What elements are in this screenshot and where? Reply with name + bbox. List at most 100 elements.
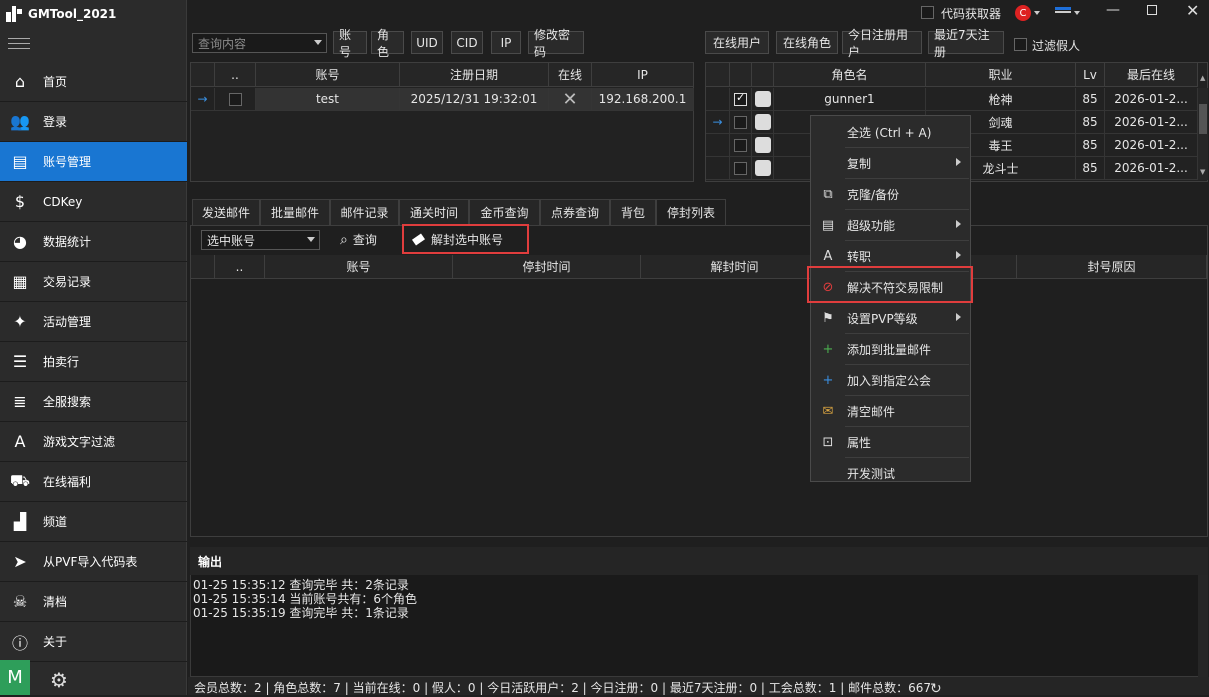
- tab-4[interactable]: 金币查询: [469, 199, 540, 225]
- toolbar-button-0[interactable]: 账号: [333, 28, 367, 59]
- context-item-2[interactable]: ⧉ 克隆/备份: [811, 179, 970, 209]
- account-header-2[interactable]: 账号: [256, 63, 400, 87]
- tab-5[interactable]: 点券查询: [540, 199, 610, 225]
- toolbar-button-4[interactable]: IP: [491, 31, 521, 54]
- close-icon[interactable]: ✕: [1186, 1, 1199, 20]
- role-header-0[interactable]: [706, 63, 730, 87]
- footer-badge[interactable]: M: [0, 660, 30, 695]
- role-header-4[interactable]: 职业: [926, 63, 1076, 87]
- account-header-1[interactable]: ..: [215, 63, 256, 87]
- query-button[interactable]: ⌕ 查询: [340, 231, 377, 248]
- context-item-label: 克隆/备份: [847, 187, 900, 202]
- sidebar-item-4[interactable]: ◕ 数据统计: [0, 222, 187, 262]
- toolbar-right-button-0[interactable]: 在线用户: [705, 31, 769, 54]
- row-pointer-icon: →: [191, 88, 215, 111]
- mail-clear-icon: ✉: [822, 403, 834, 419]
- account-header-4[interactable]: 在线: [549, 63, 592, 87]
- tab-1[interactable]: 批量邮件: [260, 199, 330, 225]
- role-checkbox-cell[interactable]: [730, 111, 752, 134]
- role-checkbox[interactable]: [734, 91, 747, 106]
- role-header-3[interactable]: 角色名: [774, 63, 926, 87]
- ban-header-2[interactable]: 账号: [265, 255, 453, 279]
- context-item-3[interactable]: ▤ 超级功能: [811, 210, 970, 240]
- hamburger-menu-icon[interactable]: [8, 38, 30, 50]
- row-checkbox-cell[interactable]: [215, 88, 256, 111]
- sidebar-item-3[interactable]: $ CDKey: [0, 182, 187, 222]
- toolbar-button-1[interactable]: 角色: [371, 28, 404, 59]
- ban-header-4[interactable]: 解封时间: [641, 255, 829, 279]
- context-item-label: 复制: [847, 156, 872, 171]
- role-header-5[interactable]: Lv: [1076, 63, 1105, 87]
- toolbar-button-3[interactable]: CID: [451, 31, 483, 54]
- sidebar-item-12[interactable]: ➤ 从PVF导入代码表: [0, 542, 187, 582]
- toolbar-button-2[interactable]: UID: [411, 31, 443, 54]
- context-item-1[interactable]: 复制: [811, 148, 970, 178]
- sidebar-item-11[interactable]: ▟ 频道: [0, 502, 187, 542]
- role-header-6[interactable]: 最后在线: [1105, 63, 1198, 87]
- scroll-down-icon[interactable]: ▼: [1200, 168, 1205, 176]
- maximize-icon[interactable]: [1147, 5, 1157, 15]
- ban-header-1[interactable]: ..: [215, 255, 265, 279]
- language-dropdown-icon[interactable]: [1034, 11, 1040, 15]
- toolbar-button-5[interactable]: 修改密码: [528, 28, 584, 59]
- ban-header-0[interactable]: [191, 255, 215, 279]
- context-item-9[interactable]: ✉ 清空邮件: [811, 396, 970, 426]
- ban-header-3[interactable]: 停封时间: [453, 255, 641, 279]
- minimize-icon[interactable]: —: [1106, 2, 1120, 18]
- role-checkbox-cell[interactable]: [730, 134, 752, 157]
- role-scroll-thumb[interactable]: [1199, 104, 1207, 134]
- account-header-3[interactable]: 注册日期: [400, 63, 549, 87]
- role-checkbox-cell[interactable]: [730, 157, 752, 180]
- sidebar-item-1[interactable]: 👥 登录: [0, 102, 187, 142]
- context-item-0[interactable]: 全选 (Ctrl + A): [811, 117, 970, 147]
- code-fetcher-checkbox[interactable]: [921, 6, 934, 19]
- ban-header-6[interactable]: 封号原因: [1017, 255, 1207, 279]
- tab-2[interactable]: 邮件记录: [330, 199, 399, 225]
- search-input[interactable]: 查询内容: [192, 33, 327, 53]
- context-item-7[interactable]: + 添加到批量邮件: [811, 334, 970, 364]
- account-header-0[interactable]: [191, 63, 215, 87]
- sidebar-item-10[interactable]: ⛟ 在线福利: [0, 462, 187, 502]
- sidebar-item-8[interactable]: ≣ 全服搜索: [0, 382, 187, 422]
- tab-7[interactable]: 停封列表: [656, 199, 726, 225]
- tab-6[interactable]: 背包: [610, 199, 656, 225]
- toolbar-right-button-2[interactable]: 今日注册用户: [842, 28, 922, 59]
- role-header-2[interactable]: [752, 63, 774, 87]
- ban-scope-select[interactable]: 选中账号: [201, 230, 320, 250]
- row-checkbox[interactable]: [228, 92, 242, 106]
- scroll-up-icon[interactable]: ▲: [1200, 74, 1205, 82]
- toolbar-right-button-1[interactable]: 在线角色: [776, 31, 838, 54]
- theme-swatch-icon[interactable]: [1055, 7, 1071, 10]
- output-scrollbar[interactable]: [1198, 575, 1208, 677]
- role-table-scrollbar[interactable]: [1198, 88, 1208, 180]
- avatar: [754, 137, 771, 153]
- sidebar-item-0[interactable]: ⌂ 首页: [0, 62, 187, 102]
- context-item-11[interactable]: 开发测试: [811, 458, 970, 488]
- role-pointer-cell: [706, 157, 730, 180]
- tab-0[interactable]: 发送邮件: [192, 199, 260, 225]
- sidebar-item-6[interactable]: ✦ 活动管理: [0, 302, 187, 342]
- role-checkbox-cell[interactable]: [730, 88, 752, 111]
- toolbar-right-button-3[interactable]: 最近7天注册: [928, 28, 1004, 59]
- context-item-10[interactable]: ⊡ 属性: [811, 427, 970, 457]
- context-item-6[interactable]: ⚑ 设置PVP等级: [811, 303, 970, 333]
- language-icon[interactable]: C: [1015, 5, 1031, 21]
- account-header-5[interactable]: IP: [592, 63, 694, 87]
- sidebar-item-9[interactable]: A 游戏文字过滤: [0, 422, 187, 462]
- theme-dropdown-icon[interactable]: [1074, 11, 1080, 15]
- filter-bots-checkbox[interactable]: [1014, 38, 1027, 51]
- tab-3[interactable]: 通关时间: [399, 199, 469, 225]
- sidebar-item-13[interactable]: ☠ 清档: [0, 582, 187, 622]
- role-level-cell: 85: [1076, 111, 1105, 134]
- settings-gear-icon[interactable]: ⚙: [50, 668, 68, 692]
- role-checkbox[interactable]: [734, 161, 747, 175]
- sidebar-item-5[interactable]: ▦ 交易记录: [0, 262, 187, 302]
- sidebar-item-2[interactable]: ▤ 账号管理: [0, 142, 187, 182]
- sidebar-item-7[interactable]: ☰ 拍卖行: [0, 342, 187, 382]
- sidebar-item-14[interactable]: ⓘ 关于: [0, 622, 187, 662]
- account-cell: test: [256, 88, 400, 111]
- role-header-1[interactable]: [730, 63, 752, 87]
- role-checkbox[interactable]: [734, 115, 747, 129]
- context-item-8[interactable]: + 加入到指定公会: [811, 365, 970, 395]
- role-checkbox[interactable]: [734, 138, 747, 152]
